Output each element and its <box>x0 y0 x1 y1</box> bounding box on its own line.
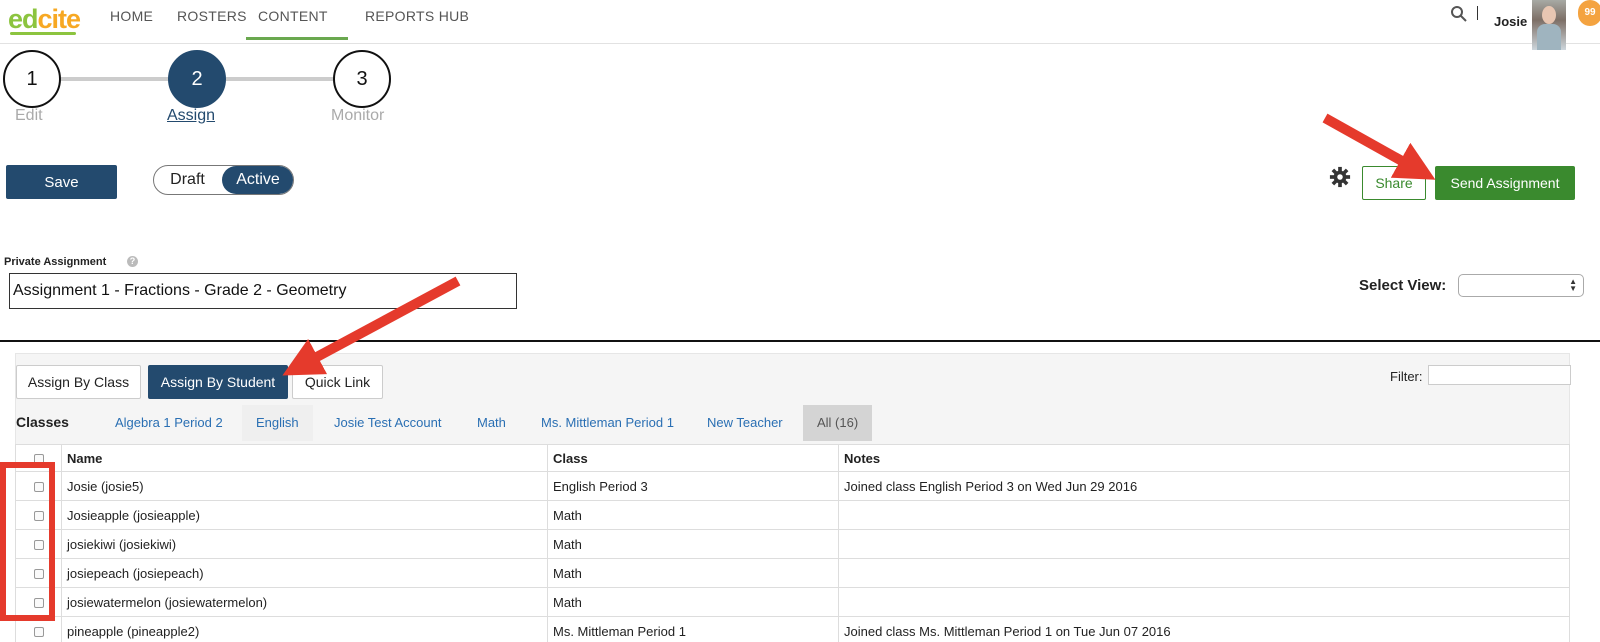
nav-rosters[interactable]: ROSTERS <box>177 8 247 24</box>
table-header-row: Name Class Notes <box>15 444 1570 472</box>
notification-badge[interactable]: 99 <box>1578 0 1600 26</box>
toggle-active[interactable]: Active <box>222 166 293 194</box>
table-row[interactable]: josiewatermelon (josiewatermelon) Math <box>15 587 1570 617</box>
cell-notes <box>838 558 1570 588</box>
cell-notes: Joined class Ms. Mittleman Period 1 on T… <box>838 616 1570 642</box>
filter-input[interactable] <box>1428 365 1571 385</box>
class-tab-math[interactable]: Math <box>469 405 514 441</box>
cell-name: pineapple (pineapple2) <box>61 616 548 642</box>
logo-underline <box>10 32 76 35</box>
nav-reports-hub[interactable]: REPORTS HUB <box>365 8 469 24</box>
step-1-circle[interactable]: 1 <box>3 50 61 108</box>
tab-assign-by-class[interactable]: Assign By Class <box>16 365 141 399</box>
table-row[interactable]: josiekiwi (josiekiwi) Math <box>15 529 1570 559</box>
cell-class: Math <box>547 500 839 530</box>
cell-notes <box>838 529 1570 559</box>
step-3-label[interactable]: Monitor <box>331 107 384 125</box>
student-table: Name Class Notes Josie (josie5) English … <box>15 444 1570 642</box>
arrow-to-send-button <box>1322 113 1436 180</box>
step-2-label[interactable]: Assign <box>167 107 215 125</box>
nav-content[interactable]: CONTENT <box>246 8 348 40</box>
cell-class: Math <box>547 558 839 588</box>
cell-name: Josie (josie5) <box>61 471 548 501</box>
table-row[interactable]: pineapple (pineapple2) Ms. Mittleman Per… <box>15 616 1570 642</box>
section-divider <box>0 340 1600 342</box>
table-row[interactable]: Josie (josie5) English Period 3 Joined c… <box>15 471 1570 501</box>
gear-icon[interactable] <box>1329 166 1351 188</box>
logo-text-ed: ed <box>8 4 38 34</box>
annotation-checkbox-highlight <box>0 462 55 621</box>
table-row[interactable]: Josieapple (josieapple) Math <box>15 500 1570 530</box>
classes-label: Classes <box>16 414 69 430</box>
cell-notes: Joined class English Period 3 on Wed Jun… <box>838 471 1570 501</box>
search-icon[interactable] <box>1450 5 1468 23</box>
cell-notes <box>838 500 1570 530</box>
step-2-circle[interactable]: 2 <box>168 50 226 108</box>
avatar[interactable] <box>1532 0 1566 50</box>
share-button[interactable]: Share <box>1362 166 1426 200</box>
cell-class: Ms. Mittleman Period 1 <box>547 616 839 642</box>
private-assignment-label: Private Assignment <box>4 256 107 268</box>
cell-name: josiewatermelon (josiewatermelon) <box>61 587 548 617</box>
row-checkbox[interactable] <box>33 627 44 638</box>
logo-text-cite: cite <box>37 4 82 34</box>
cell-class: Math <box>547 587 839 617</box>
cell-name: Josieapple (josieapple) <box>61 500 548 530</box>
filter-label: Filter: <box>1390 369 1423 384</box>
save-button[interactable]: Save <box>6 165 117 199</box>
header-class[interactable]: Class <box>547 444 839 472</box>
stepper-connector-1 <box>60 77 170 81</box>
select-view-label: Select View: <box>1359 277 1447 294</box>
header-name[interactable]: Name <box>61 444 548 472</box>
cell-class: Math <box>547 529 839 559</box>
tab-assign-by-student[interactable]: Assign By Student <box>148 365 288 399</box>
cell-name: josiepeach (josiepeach) <box>61 558 548 588</box>
user-name[interactable]: Josie <box>1494 14 1527 29</box>
help-icon[interactable]: ? <box>127 256 138 267</box>
top-navigation: edcite HOME ROSTERS CONTENT REPORTS HUB … <box>0 0 1600 50</box>
cell-notes <box>838 587 1570 617</box>
class-tab-algebra[interactable]: Algebra 1 Period 2 <box>107 405 231 441</box>
step-1-label[interactable]: Edit <box>15 107 43 125</box>
header-notes[interactable]: Notes <box>838 444 1570 472</box>
class-tab-all[interactable]: All (16) <box>803 405 873 441</box>
cell-class: English Period 3 <box>547 471 839 501</box>
select-arrows-icon: ▲ ▼ <box>1569 277 1577 293</box>
tab-quick-link[interactable]: Quick Link <box>292 365 383 399</box>
select-view-dropdown[interactable]: ▲ ▼ <box>1458 274 1584 297</box>
class-tab-mittleman[interactable]: Ms. Mittleman Period 1 <box>533 405 682 441</box>
send-assignment-button[interactable]: Send Assignment <box>1435 166 1575 200</box>
class-tab-josie-test[interactable]: Josie Test Account <box>326 405 449 441</box>
avatar-body <box>1537 24 1561 50</box>
edcite-logo[interactable]: edcite <box>8 4 82 35</box>
toggle-draft[interactable]: Draft <box>154 166 221 194</box>
table-row[interactable]: josiepeach (josiepeach) Math <box>15 558 1570 588</box>
avatar-face <box>1542 6 1556 24</box>
class-tab-new-teacher[interactable]: New Teacher <box>699 405 791 441</box>
assignment-name-input[interactable] <box>9 273 517 309</box>
stepper-connector-2 <box>226 77 338 81</box>
nav-separator <box>1477 6 1478 20</box>
step-3-circle[interactable]: 3 <box>333 50 391 108</box>
class-tab-english[interactable]: English <box>242 405 313 441</box>
nav-home[interactable]: HOME <box>110 8 153 24</box>
cell-name: josiekiwi (josiekiwi) <box>61 529 548 559</box>
status-toggle[interactable]: Draft Active <box>153 165 294 195</box>
